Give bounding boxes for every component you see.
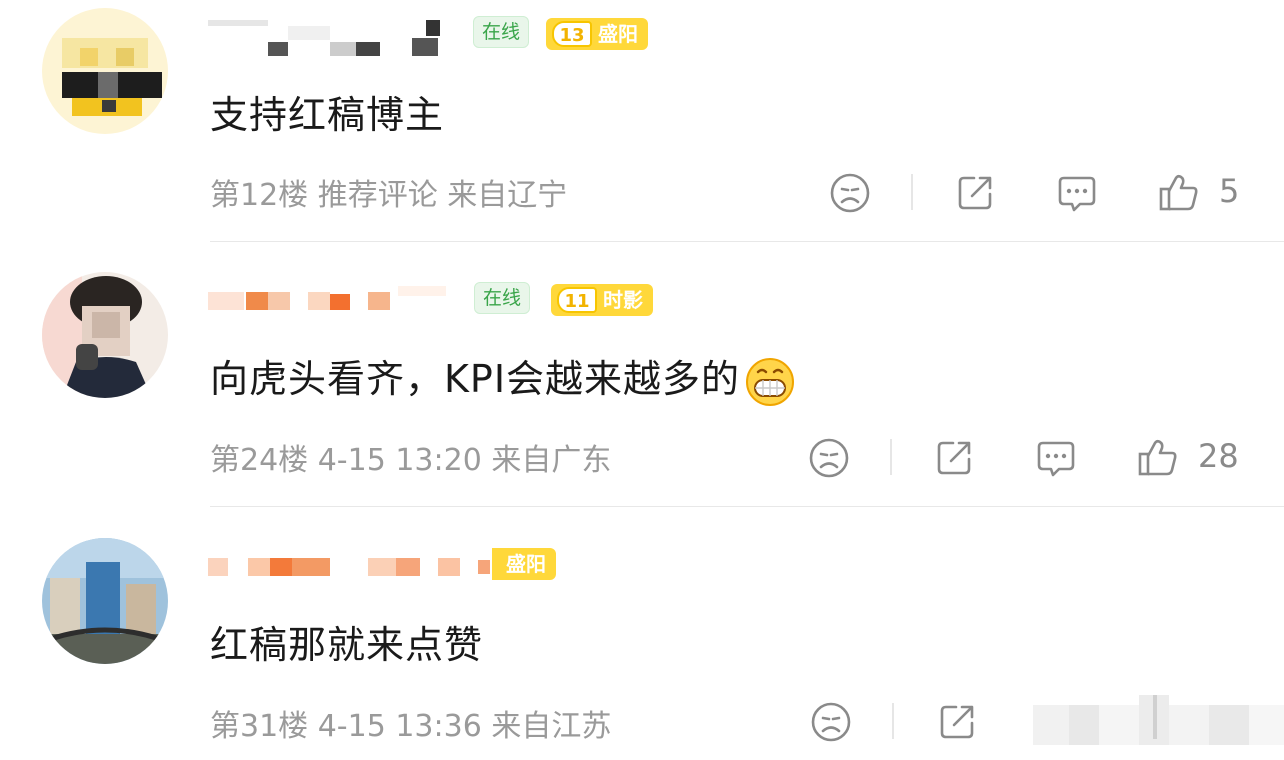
- username-blurred[interactable]: [208, 16, 468, 56]
- avatar[interactable]: [42, 272, 168, 398]
- action-bar: 28: [0, 435, 1284, 485]
- level-badge: 盛阳: [492, 548, 556, 580]
- online-badge: 在线: [474, 282, 531, 314]
- username-row: 在线 13 盛阳: [208, 12, 668, 56]
- level-number: 13: [552, 21, 592, 47]
- comment-text-body: 向虎头看齐，KPI会越来越多的: [210, 357, 741, 401]
- comment-divider: [210, 241, 1284, 242]
- level-badge: 13 盛阳: [546, 18, 648, 50]
- watermark-mosaic: [1025, 695, 1284, 755]
- sad-face-icon[interactable]: [808, 699, 854, 745]
- username-blurred[interactable]: [208, 282, 468, 316]
- thumbs-up-icon[interactable]: [1156, 170, 1202, 216]
- online-badge: 在线: [473, 16, 530, 48]
- grin-emoji-icon: [744, 356, 796, 408]
- avatar[interactable]: [42, 8, 168, 134]
- like-count: 5: [1219, 172, 1240, 210]
- city-tag: 盛阳: [506, 552, 546, 576]
- divider: [911, 174, 913, 210]
- comment-text: 支持红稿博主: [210, 93, 445, 137]
- divider: [890, 439, 892, 475]
- sad-face-icon[interactable]: [827, 170, 873, 216]
- share-icon[interactable]: [934, 699, 980, 745]
- comment-text: 向虎头看齐，KPI会越来越多的: [210, 348, 796, 408]
- comment-divider: [210, 506, 1284, 507]
- level-badge: 11 时影: [551, 284, 653, 316]
- divider: [892, 703, 894, 739]
- username-row: 盛阳: [208, 544, 668, 584]
- share-icon[interactable]: [952, 170, 998, 216]
- comment-icon[interactable]: [1033, 435, 1079, 481]
- like-count: 28: [1198, 437, 1239, 475]
- city-tag: 盛阳: [598, 22, 638, 46]
- sad-face-icon[interactable]: [806, 435, 852, 481]
- username-blurred[interactable]: [208, 548, 490, 582]
- thumbs-up-icon[interactable]: [1135, 435, 1181, 481]
- action-bar: 5: [0, 170, 1284, 220]
- comment-icon[interactable]: [1054, 170, 1100, 216]
- comment-text: 红稿那就来点赞: [210, 623, 484, 667]
- share-icon[interactable]: [931, 435, 977, 481]
- city-tag: 时影: [603, 288, 643, 312]
- level-number: 11: [557, 287, 597, 313]
- avatar[interactable]: [42, 538, 168, 664]
- username-row: 在线 11 时影: [208, 278, 668, 318]
